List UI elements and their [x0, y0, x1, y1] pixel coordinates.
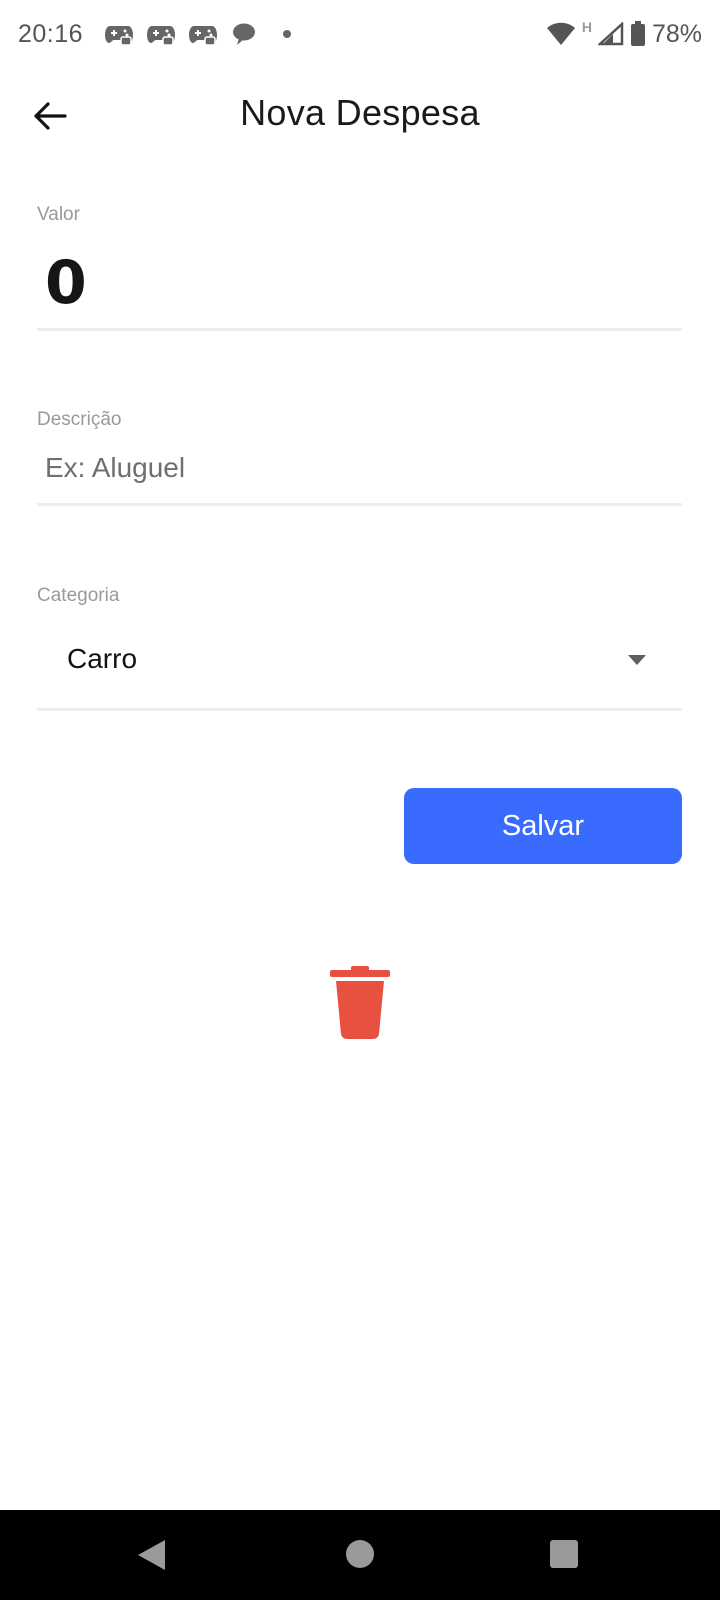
battery-percent: 78% [651, 19, 702, 48]
notification-icons [105, 22, 292, 46]
descricao-label: Descrição [37, 409, 122, 430]
categoria-underline [37, 708, 682, 711]
game-controller-icon [147, 26, 176, 46]
navigation-bar [0, 1510, 720, 1600]
network-type-indicator: H [581, 19, 592, 35]
wifi-icon [546, 22, 575, 45]
page-title: Nova Despesa [240, 92, 480, 133]
valor-input[interactable] [45, 248, 645, 318]
cell-signal-icon [597, 22, 624, 46]
dropdown-arrow-icon[interactable] [628, 655, 646, 665]
more-notifications-dot-icon [283, 30, 292, 38]
categoria-selected-value: Carro [67, 643, 138, 674]
app-bar: Nova Despesa [0, 74, 720, 154]
categoria-label: Categoria [37, 585, 120, 606]
battery-icon [630, 21, 645, 46]
save-button[interactable]: Salvar [404, 788, 682, 864]
delete-button[interactable] [326, 962, 394, 1040]
trash-icon [330, 966, 390, 1039]
status-bar: 20:16 H 78% [0, 0, 720, 68]
game-controller-icon [189, 26, 218, 46]
home-circle-icon[interactable] [346, 1540, 374, 1568]
screen: 20:16 H 78% Nova Despesa Valor 0 Descriç… [0, 0, 720, 1600]
status-time: 20:16 [18, 19, 84, 48]
valor-underline [37, 328, 682, 331]
valor-label: Valor [37, 204, 80, 225]
chat-bubble-icon [233, 23, 256, 45]
descricao-input[interactable] [45, 452, 665, 484]
back-triangle-icon[interactable] [138, 1540, 165, 1570]
game-controller-icon [105, 26, 134, 46]
recents-square-icon[interactable] [550, 1540, 578, 1568]
system-status-icons: H 78% [546, 19, 702, 49]
descricao-underline [37, 503, 682, 506]
